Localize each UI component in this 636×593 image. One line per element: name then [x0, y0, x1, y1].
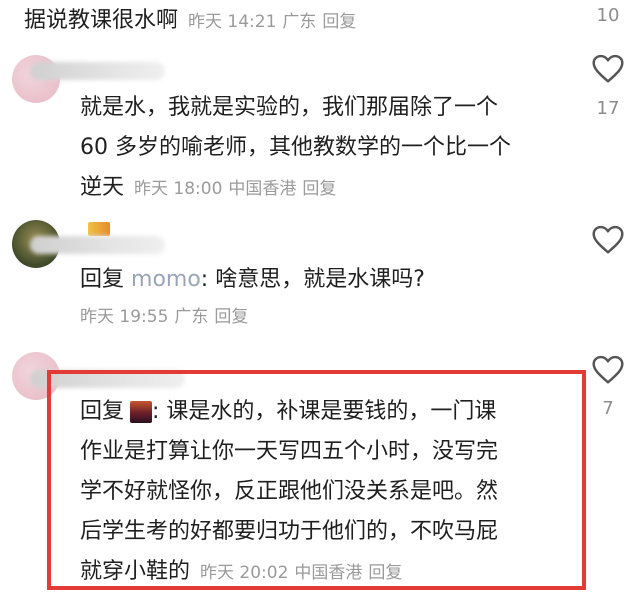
comment-time: 昨天 18:00 — [134, 179, 223, 199]
like-count: 7 — [602, 398, 614, 419]
comment-text: : 啥意思，就是水课吗? — [200, 267, 425, 292]
comment-text-line: 作业是打算让你一天写四五个小时，没写完 — [80, 439, 499, 464]
comment-text-line: : 课是水的，补课是要钱的，一门课 — [152, 399, 497, 424]
comment-location: 广东 — [282, 12, 317, 32]
heart-outline-icon[interactable] — [591, 225, 625, 255]
comment-text-line: 就穿小鞋的 — [80, 559, 191, 584]
comment-time: 昨天 14:21 — [188, 12, 277, 32]
comment-text-line: 60 多岁的喻老师，其他教数学的一个比一个 — [80, 135, 511, 160]
comment-text: 据说教课很水啊 — [24, 8, 179, 33]
comment-3: 回复 momo: 啥意思，就是水课吗? 昨天 19:55 广东 回复 — [80, 260, 580, 327]
comment-1: 据说教课很水啊 昨天 14:21 广东 回复 — [24, 2, 356, 33]
reply-to-username[interactable]: momo — [131, 267, 201, 292]
comment-text-line: 就是水，我就是实验的，我们那届除了一个 — [80, 95, 499, 120]
reply-avatar-icon[interactable] — [130, 401, 153, 423]
comment-4: 回复 : 课是水的，补课是要钱的，一门课 作业是打算让你一天写四五个小时，没写完… — [80, 392, 580, 593]
username-blurred[interactable] — [30, 236, 165, 254]
comment-location: 中国香港 — [294, 563, 363, 583]
reply-link[interactable]: 回复 — [368, 553, 402, 593]
like-count: 17 — [596, 98, 620, 119]
comment-location: 广东 — [174, 307, 209, 327]
reply-link[interactable]: 回复 — [302, 169, 336, 209]
comment-2: 就是水，我就是实验的，我们那届除了一个 60 多岁的喻老师，其他教数学的一个比一… — [80, 88, 580, 209]
comment-time: 昨天 19:55 — [80, 307, 169, 327]
comment-text-line: 学不好就怪你，反正跟他们没关系是吧。然 — [80, 479, 499, 504]
comment-location: 中国香港 — [228, 179, 297, 199]
comment-text-line: 后学生考的好都要归功于他们的，不吹马屁 — [80, 519, 499, 544]
reply-prefix: 回复 — [80, 399, 125, 424]
reply-link[interactable]: 回复 — [322, 7, 356, 32]
username-blurred[interactable] — [30, 62, 165, 80]
heart-outline-icon[interactable] — [591, 355, 625, 385]
username-badge-icon — [88, 222, 110, 236]
comment-time: 昨天 20:02 — [200, 563, 289, 583]
comment-text-line: 逆天 — [80, 175, 125, 200]
like-count: 10 — [596, 5, 620, 26]
reply-link[interactable]: 回复 — [214, 302, 248, 327]
reply-prefix: 回复 — [80, 267, 125, 292]
heart-outline-icon[interactable] — [591, 54, 625, 84]
